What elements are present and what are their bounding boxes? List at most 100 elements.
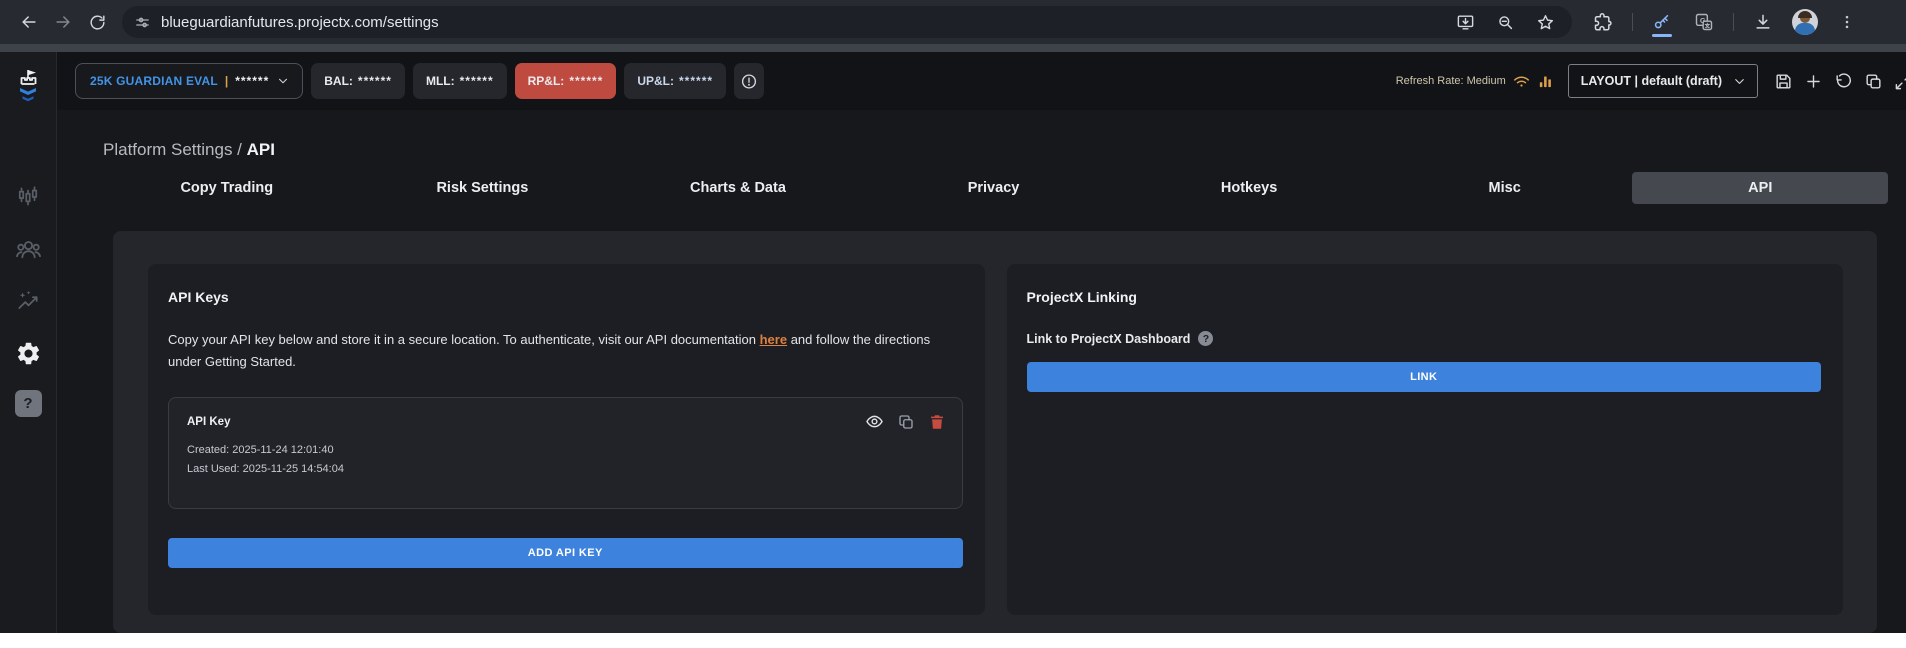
help-circle-icon[interactable]: ? [1198,331,1214,346]
expand-layout-button[interactable] [1888,66,1906,96]
tab-hotkeys[interactable]: Hotkeys [1121,172,1377,204]
add-api-key-button[interactable]: ADD API KEY [168,538,963,568]
browser-toolbar: blueguardianfutures.projectx.com/setting… [0,0,1906,44]
api-settings-panel: API Keys Copy your API key below and sto… [113,231,1877,633]
gear-icon [17,342,39,364]
browser-menu-button[interactable] [1830,5,1864,39]
avatar [1792,9,1818,35]
url-bar[interactable]: blueguardianfutures.projectx.com/setting… [122,6,1572,38]
extensions-area: G [1586,5,1864,39]
account-divider: | [224,74,229,88]
account-masked-value: ****** [235,74,270,88]
description-text: Copy your API key below and store it in … [168,332,760,347]
key-icon [1654,14,1669,29]
refresh-rate-label: Refresh Rate: Medium [1395,75,1506,87]
expand-icon [1895,73,1906,89]
password-manager-active-indicator [1652,34,1672,37]
mll-chip: MLL: ****** [412,63,507,99]
profile-button[interactable] [1788,5,1822,39]
chevron-down-icon [1735,78,1744,84]
url-text[interactable]: blueguardianfutures.projectx.com/setting… [161,14,1448,31]
floppy-save-icon [1775,73,1791,89]
sidebar-item-help[interactable]: ? [14,390,42,417]
back-arrow-icon [22,16,36,28]
app-header: 25K GUARDIAN EVAL | ****** BAL: ****** M… [57,52,1906,110]
rpl-chip: RP&L: ****** [514,63,617,99]
breadcrumb-section: Platform Settings [103,140,233,159]
translate-button[interactable]: G [1687,5,1721,39]
downloads-button[interactable] [1746,5,1780,39]
layout-selector[interactable]: LAYOUT | default (draft) [1567,64,1758,98]
account-name: 25K GUARDIAN EVAL [90,74,218,88]
rpl-label: RP&L: [527,74,565,88]
sidebar-item-trading[interactable] [13,182,43,212]
account-selector[interactable]: 25K GUARDIAN EVAL | ****** [75,63,304,99]
copy-icon [1865,73,1881,89]
star-icon [1537,14,1553,29]
tab-charts-data[interactable]: Charts & Data [610,172,866,204]
projectx-linking-title: ProjectX Linking [1026,289,1137,305]
mll-label: MLL: [425,74,455,88]
api-docs-link[interactable]: here [760,332,787,347]
api-keys-card: API Keys Copy your API key below and sto… [148,264,985,615]
forward-button[interactable] [46,5,80,39]
tab-privacy[interactable]: Privacy [866,172,1122,204]
people-group-icon [15,240,41,258]
reveal-key-eye-icon[interactable] [865,412,884,431]
duplicate-layout-button[interactable] [1858,66,1888,96]
sidebar-item-performance[interactable] [13,286,43,316]
reload-icon [89,14,105,30]
translate-icon: G [1695,13,1713,31]
add-layout-button[interactable] [1798,66,1828,96]
download-icon [1756,14,1770,29]
bookmark-button[interactable] [1528,5,1562,39]
upl-label: UP&L: [637,74,675,88]
site-settings-icon[interactable] [134,14,151,31]
breadcrumb-separator: / [232,140,247,159]
toolbar-separator [1632,13,1633,31]
projectx-link-button[interactable]: LINK [1026,362,1821,392]
reset-layout-button[interactable] [1828,66,1858,96]
api-key-actions [865,412,946,431]
layout-selector-label: LAYOUT | default (draft) [1580,74,1722,88]
zoom-out-icon [1498,15,1512,29]
help-question-icon: ? [23,395,33,412]
tab-api[interactable]: API [1632,172,1889,204]
plus-icon [1806,74,1820,88]
tab-misc[interactable]: Misc [1377,172,1633,204]
three-dot-menu-icon [1845,15,1849,29]
api-keys-description: Copy your API key below and store it in … [168,329,948,373]
sparkle-trend-icon [18,290,38,309]
delete-key-trash-icon[interactable] [928,413,946,431]
extensions-button[interactable] [1586,5,1620,39]
chevron-down-icon [279,78,288,84]
zoom-button[interactable] [1488,5,1522,39]
upl-chip: UP&L: ****** [624,63,727,99]
sidebar: ? [0,52,57,633]
toolbar-divider [0,44,1906,52]
balance-label: BAL: [324,74,353,88]
forward-arrow-icon [56,16,70,28]
tab-copy-trading[interactable]: Copy Trading [99,172,355,204]
reload-button[interactable] [80,5,114,39]
copy-key-icon[interactable] [897,413,915,431]
breadcrumb: Platform Settings / API [103,140,1906,160]
undo-icon [1835,72,1851,87]
install-app-button[interactable] [1448,5,1482,39]
app-logo[interactable] [12,68,44,110]
upl-value: ****** [679,74,714,88]
password-manager-button[interactable] [1645,5,1679,39]
sidebar-item-community[interactable] [13,234,43,264]
rpl-value: ****** [569,74,604,88]
account-info-button[interactable] [734,63,765,99]
info-circle-icon [741,73,757,89]
save-layout-button[interactable] [1768,66,1798,96]
sidebar-item-settings[interactable] [13,338,43,368]
tab-risk-settings[interactable]: Risk Settings [355,172,611,204]
sidebar-nav: ? [13,182,43,417]
puzzle-icon [1594,13,1612,31]
main-area: 25K GUARDIAN EVAL | ****** BAL: ****** M… [57,52,1906,633]
back-button[interactable] [12,5,46,39]
api-keys-title: API Keys [168,289,229,305]
toolbar-separator [1733,13,1734,31]
